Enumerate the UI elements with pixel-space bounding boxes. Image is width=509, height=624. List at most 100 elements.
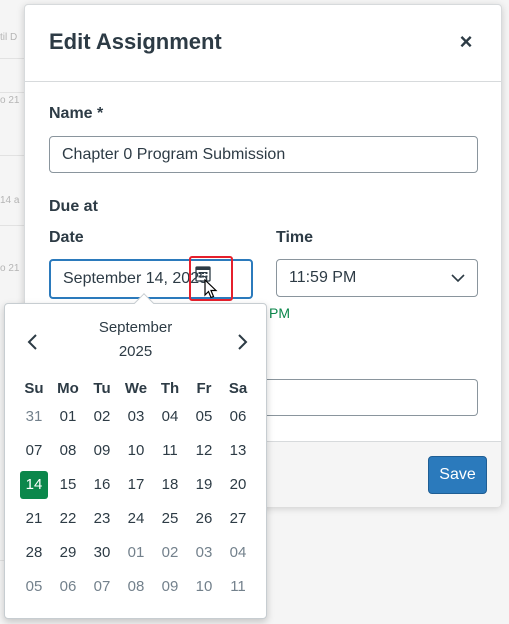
- calendar-day-number: 23: [93, 510, 111, 527]
- calendar-day-number: 09: [93, 442, 111, 459]
- calendar-day-number: 14: [20, 471, 48, 499]
- calendar-month: September: [98, 319, 173, 336]
- calendar-day[interactable]: 04: [221, 538, 255, 572]
- partially-hidden-input[interactable]: [265, 379, 478, 416]
- background-text: til D: [0, 32, 18, 43]
- calendar-day[interactable]: 01: [51, 402, 85, 436]
- date-value: September 14, 2025: [63, 270, 208, 287]
- calendar-day[interactable]: 01: [119, 538, 153, 572]
- calendar-day-number: 10: [195, 578, 213, 595]
- calendar-day[interactable]: 18: [153, 470, 187, 504]
- calendar-day-number: 31: [25, 408, 43, 425]
- calendar-day-number: 05: [25, 578, 43, 595]
- due-at-label: Due at: [49, 198, 98, 215]
- calendar-day[interactable]: 05: [17, 572, 51, 606]
- calendar-day[interactable]: 21: [17, 504, 51, 538]
- calendar-day[interactable]: 09: [153, 572, 187, 606]
- time-label: Time: [276, 229, 314, 246]
- save-button[interactable]: Save: [428, 456, 487, 494]
- calendar-day-number: 03: [127, 408, 145, 425]
- modal-header: Edit Assignment ×: [25, 5, 501, 82]
- calendar-day-number: 26: [195, 510, 213, 527]
- calendar-day[interactable]: 30: [85, 538, 119, 572]
- calendar-day[interactable]: 04: [153, 402, 187, 436]
- calendar-day[interactable]: 08: [119, 572, 153, 606]
- weekday-label: Mo: [57, 380, 79, 397]
- date-label: Date: [49, 229, 84, 246]
- time-select[interactable]: 11:59 PM: [276, 259, 478, 297]
- calendar-day[interactable]: 29: [51, 538, 85, 572]
- calendar-day[interactable]: 12: [187, 436, 221, 470]
- calendar-day[interactable]: 24: [119, 504, 153, 538]
- calendar-day[interactable]: 17: [119, 470, 153, 504]
- calendar-day-number: 02: [93, 408, 111, 425]
- calendar-week-row: 05 06 07 08 09 10 11: [17, 572, 257, 606]
- weekday-header: Su Mo Tu We Th Fr Sa: [17, 376, 257, 402]
- calendar-day[interactable]: 27: [221, 504, 255, 538]
- calendar-day[interactable]: 15: [51, 470, 85, 504]
- date-picker-popover: September 2025 Su Mo Tu We Th Fr Sa 31 01 02 03 04…: [4, 293, 267, 619]
- calendar-day[interactable]: 28: [17, 538, 51, 572]
- calendar-day-number: 02: [161, 544, 179, 561]
- calendar-week-row: 07 08 09 10 11 12 13: [17, 436, 257, 470]
- calendar-day[interactable]: 03: [119, 402, 153, 436]
- calendar-day[interactable]: 06: [51, 572, 85, 606]
- calendar-year: 2025: [118, 343, 153, 360]
- calendar-day[interactable]: 10: [119, 436, 153, 470]
- calendar-day[interactable]: 22: [51, 504, 85, 538]
- calendar-day[interactable]: 25: [153, 504, 187, 538]
- background-text: o 21: [0, 263, 20, 274]
- background-text: 14 a: [0, 195, 20, 206]
- calendar-day[interactable]: 13: [221, 436, 255, 470]
- weekday-label: Fr: [196, 380, 212, 397]
- calendar-day[interactable]: 23: [85, 504, 119, 538]
- background-text: o 21: [0, 95, 20, 106]
- calendar-day-number: 01: [127, 544, 145, 561]
- calendar-day[interactable]: 11: [153, 436, 187, 470]
- name-label: Name *: [49, 105, 104, 122]
- calendar-day[interactable]: 02: [85, 402, 119, 436]
- calendar-day[interactable]: 16: [85, 470, 119, 504]
- calendar-day[interactable]: 05: [187, 402, 221, 436]
- calendar-day[interactable]: 06: [221, 402, 255, 436]
- calendar-day-number: 08: [59, 442, 77, 459]
- calendar-day-number: 09: [161, 578, 179, 595]
- chevron-down-icon: [451, 274, 465, 283]
- calendar-day[interactable]: 11: [221, 572, 255, 606]
- calendar-day[interactable]: 26: [187, 504, 221, 538]
- calendar-week-row: 28 29 30 01 02 03 04: [17, 538, 257, 572]
- weekday-label: Su: [24, 380, 44, 397]
- calendar-day[interactable]: 07: [17, 436, 51, 470]
- calendar-day-number: 22: [59, 510, 77, 527]
- weekday-label: Sa: [228, 380, 248, 397]
- weekday-label: We: [124, 380, 148, 397]
- calendar-day-number: 17: [127, 476, 145, 493]
- chevron-right-icon[interactable]: [232, 332, 252, 352]
- calendar-day-number: 08: [127, 578, 145, 595]
- time-note: PM: [269, 305, 290, 321]
- calendar-day-number: 03: [195, 544, 213, 561]
- calendar-day[interactable]: 20: [221, 470, 255, 504]
- calendar-day-number: 06: [59, 578, 77, 595]
- calendar-day[interactable]: 02: [153, 538, 187, 572]
- time-value: 11:59 PM: [289, 269, 357, 286]
- calendar-day[interactable]: 07: [85, 572, 119, 606]
- calendar-day-selected[interactable]: 14: [17, 470, 51, 504]
- calendar-day-number: 11: [162, 442, 178, 459]
- calendar-day[interactable]: 19: [187, 470, 221, 504]
- calendar-day-number: 28: [25, 544, 43, 561]
- calendar-day-number: 06: [229, 408, 247, 425]
- calendar-day-number: 11: [230, 578, 246, 595]
- close-button[interactable]: ×: [453, 29, 479, 55]
- calendar-day[interactable]: 31: [17, 402, 51, 436]
- calendar-day[interactable]: 03: [187, 538, 221, 572]
- calendar-grid: Su Mo Tu We Th Fr Sa 31 01 02 03 04 05 06 07 08 09 10 11 1…: [17, 376, 257, 606]
- calendar-day-number: 27: [229, 510, 247, 527]
- calendar-day[interactable]: 08: [51, 436, 85, 470]
- calendar-day-number: 05: [195, 408, 213, 425]
- calendar-week-row: 31 01 02 03 04 05 06: [17, 402, 257, 436]
- calendar-week-row: 14 15 16 17 18 19 20: [17, 470, 257, 504]
- calendar-day[interactable]: 10: [187, 572, 221, 606]
- calendar-day[interactable]: 09: [85, 436, 119, 470]
- name-input[interactable]: [49, 136, 478, 173]
